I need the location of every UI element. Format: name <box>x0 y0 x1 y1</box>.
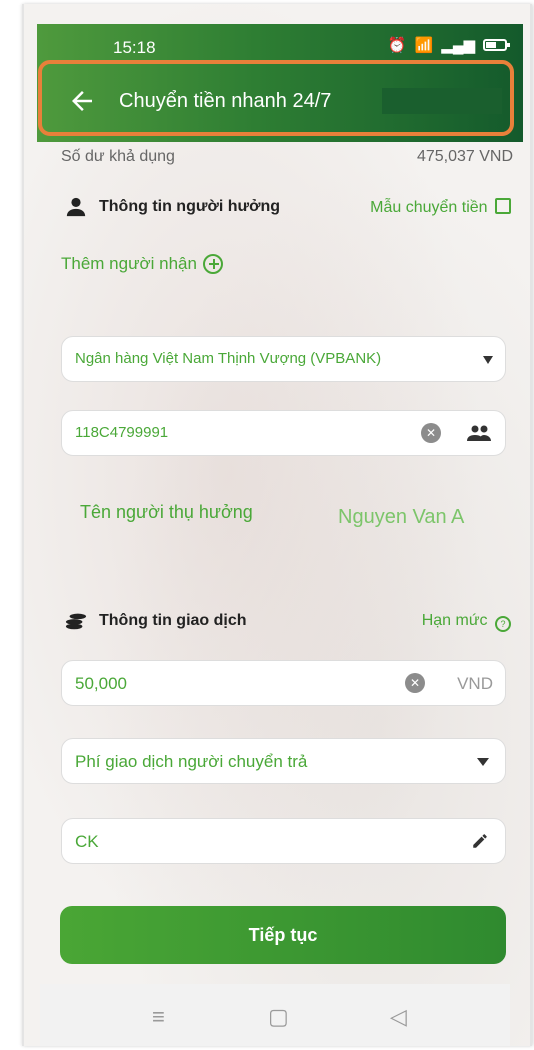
wifi-icon: 📶 <box>414 37 434 54</box>
template-link[interactable]: Mẫu chuyển tiền <box>370 198 511 217</box>
list-icon <box>495 198 511 214</box>
person-icon <box>66 197 86 217</box>
beneficiary-name-label: Tên người thụ hưởng <box>80 502 253 522</box>
battery-icon <box>483 39 510 51</box>
limit-link-label: Hạn mức <box>421 612 488 629</box>
note-value: CK <box>75 832 99 851</box>
beneficiary-name-row: Tên người thụ hưởng Nguyen Van A <box>80 500 520 560</box>
note-field[interactable]: CK <box>61 818 506 864</box>
amount-clear-icon[interactable]: ✕ <box>405 673 425 693</box>
beneficiary-section-header: Thông tin người hưởng Mẫu chuyển tiền <box>61 196 513 222</box>
status-time: 15:18 <box>113 38 156 57</box>
coins-icon <box>65 613 87 630</box>
back-nav-icon[interactable]: ◁ <box>390 1004 407 1030</box>
system-nav-bar: ≡ ▢ ◁ <box>40 984 510 1046</box>
amount-field[interactable]: 50,000 ✕ VND <box>61 660 506 706</box>
status-icons: ⏰ 📶 ▂▄▆ <box>387 36 510 54</box>
help-circle-icon: ? <box>495 616 511 632</box>
account-number-value: 118C4799991 <box>75 424 169 441</box>
plus-circle-icon <box>202 254 223 274</box>
alarm-icon: ⏰ <box>387 37 407 54</box>
transaction-section-header: Thông tin giao dịch Hạn mức ? <box>61 610 513 636</box>
beneficiary-section-title: Thông tin người hưởng <box>99 198 280 215</box>
limit-link[interactable]: Hạn mức ? <box>422 612 511 632</box>
contacts-icon[interactable] <box>467 425 491 441</box>
beneficiary-name-value: Nguyen Van A <box>338 506 465 528</box>
fee-select-value: Phí giao dịch người chuyển trả <box>75 752 308 771</box>
fee-dropdown-icon <box>477 758 489 766</box>
clear-icon[interactable]: ✕ <box>421 423 441 443</box>
home-icon[interactable]: ▢ <box>268 1004 289 1030</box>
currency-label: VND <box>457 674 493 693</box>
template-link-label: Mẫu chuyển tiền <box>370 199 488 216</box>
add-recipient-button[interactable]: Thêm người nhận <box>61 254 223 274</box>
bank-select[interactable]: Ngân hàng Việt Nam Thịnh Vượng (VPBANK) <box>61 336 506 382</box>
bank-select-value: Ngân hàng Việt Nam Thịnh Vượng (VPBANK) <box>75 350 382 367</box>
add-recipient-label: Thêm người nhận <box>61 254 197 273</box>
dropdown-icon <box>483 356 493 364</box>
edit-pencil-icon[interactable] <box>471 832 489 850</box>
account-number-field[interactable]: 118C4799991 ✕ <box>61 410 506 456</box>
continue-button[interactable]: Tiếp tục <box>60 906 506 964</box>
highlight-annotation <box>38 60 514 136</box>
menu-icon[interactable]: ≡ <box>152 1004 165 1030</box>
amount-value: 50,000 <box>75 674 127 693</box>
fee-select[interactable]: Phí giao dịch người chuyển trả <box>61 738 506 784</box>
signal-icon: ▂▄▆ <box>441 37 475 54</box>
transaction-section-title: Thông tin giao dịch <box>99 612 247 629</box>
balance-label: Số dư khả dụng <box>61 148 175 165</box>
balance-value: 475,037 VND <box>416 148 513 165</box>
